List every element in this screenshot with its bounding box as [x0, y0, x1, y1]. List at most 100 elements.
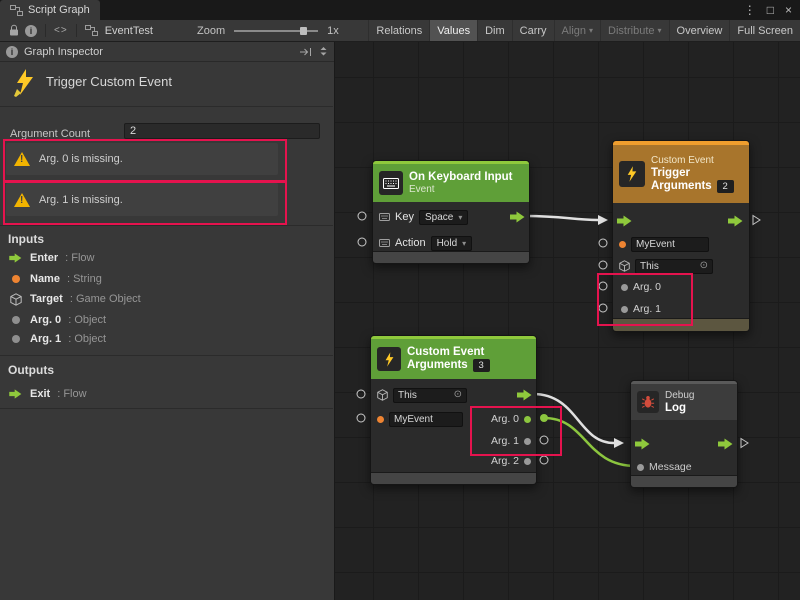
unconnected-port[interactable]	[540, 436, 549, 445]
action-dropdown[interactable]: Hold▾	[431, 236, 473, 251]
wire-arg0-to-message	[544, 418, 636, 466]
zoom-label: Zoom	[197, 25, 225, 37]
distribute-dropdown[interactable]: Distribute▾	[600, 20, 668, 41]
argument-count-label: Argument Count	[10, 128, 90, 140]
target-field[interactable]: This⊙	[393, 388, 467, 403]
info-icon: i	[6, 46, 18, 58]
string-port-icon[interactable]	[377, 416, 384, 423]
target-field[interactable]: This⊙	[635, 259, 713, 274]
zoom-slider-thumb[interactable]	[300, 27, 307, 35]
maximize-icon[interactable]: □	[767, 3, 774, 17]
flow-arrow-icon	[8, 389, 23, 399]
unconnected-port[interactable]	[540, 456, 549, 465]
tab-script-graph[interactable]: Script Graph	[0, 0, 100, 20]
spinner-icon[interactable]	[319, 46, 328, 57]
port-row-arg1: Arg. 1Object	[8, 330, 326, 348]
wire-arrowhead	[598, 215, 608, 225]
string-port-icon[interactable]	[619, 241, 626, 248]
dim-button[interactable]: Dim	[477, 20, 512, 41]
node-custom-event-listener[interactable]: Custom Event Arguments3 This⊙ MyEvent Ar…	[370, 335, 537, 485]
node-trigger-custom-event[interactable]: Custom Event Trigger Arguments2 MyEvent …	[612, 140, 750, 332]
node-title-2: Arguments	[407, 359, 468, 372]
values-button[interactable]: Values	[429, 20, 477, 41]
event-name-row: MyEvent	[619, 236, 709, 252]
object-port-icon	[8, 335, 23, 343]
node-header[interactable]: Debug Log	[631, 384, 737, 420]
node-footer	[613, 318, 749, 331]
flow-input-port[interactable]	[617, 215, 632, 227]
toolbar-separator	[45, 24, 46, 37]
arg-count-badge: 3	[473, 359, 490, 372]
object-port-icon[interactable]	[524, 438, 531, 445]
flow-output-port[interactable]	[517, 389, 532, 401]
carry-button[interactable]: Carry	[512, 20, 554, 41]
unconnected-port[interactable]	[599, 239, 608, 248]
message-row: Message	[637, 459, 692, 475]
flow-output-port[interactable]	[510, 211, 525, 223]
graph-canvas[interactable]: On Keyboard Input Event Key Space▾ Actio…	[335, 42, 800, 600]
node-title: Trigger	[651, 167, 734, 180]
node-debug-log[interactable]: Debug Log Message	[630, 380, 738, 488]
flow-output-port[interactable]	[728, 215, 743, 227]
overview-button[interactable]: Overview	[669, 20, 730, 41]
node-header[interactable]: Custom Event Arguments3	[371, 339, 536, 379]
code-icon[interactable]: <>	[54, 25, 68, 36]
relations-button[interactable]: Relations	[368, 20, 429, 41]
object-port-icon[interactable]	[524, 458, 531, 465]
object-port-icon[interactable]	[621, 306, 628, 313]
key-row: Key Space▾	[379, 209, 468, 225]
zoom-slider[interactable]	[234, 30, 318, 32]
cube-icon[interactable]	[619, 260, 630, 272]
string-port-icon	[8, 275, 23, 283]
zoom-value: 1x	[327, 25, 339, 37]
lightning-bolt-icon	[619, 161, 645, 187]
toolbar-separator	[76, 24, 77, 37]
event-name-field[interactable]: MyEvent	[631, 237, 709, 252]
unconnected-port[interactable]	[358, 212, 367, 221]
graph-name[interactable]: EventTest	[105, 25, 153, 37]
unconnected-port[interactable]	[357, 390, 366, 399]
object-port-icon[interactable]	[637, 464, 644, 471]
event-name-row: MyEvent	[377, 411, 463, 427]
info-icon[interactable]: i	[25, 25, 37, 37]
kebab-menu-icon[interactable]: ⋮	[744, 3, 756, 17]
unconnected-flow-port[interactable]	[752, 214, 761, 226]
object-port-icon[interactable]	[621, 284, 628, 291]
unconnected-port[interactable]	[357, 414, 366, 423]
flow-output-port[interactable]	[718, 438, 733, 450]
object-port-icon	[8, 316, 23, 324]
port-row-name: NameString	[8, 270, 326, 288]
unconnected-port[interactable]	[599, 304, 608, 313]
node-footer	[373, 251, 529, 263]
warning-icon	[14, 152, 30, 166]
full-screen-button[interactable]: Full Screen	[729, 20, 800, 41]
inspector-header-title: Graph Inspector	[24, 46, 103, 58]
key-dropdown[interactable]: Space▾	[419, 210, 468, 225]
cube-icon[interactable]	[377, 389, 388, 401]
close-icon[interactable]: ×	[785, 3, 792, 17]
align-dropdown[interactable]: Align▾	[554, 20, 600, 41]
event-name-field[interactable]: MyEvent	[389, 412, 463, 427]
lock-icon[interactable]	[9, 24, 19, 37]
node-header[interactable]: Custom Event Trigger Arguments2	[613, 145, 749, 203]
node-subtitle: Event	[409, 184, 513, 196]
node-category: Custom Event	[651, 155, 734, 167]
unconnected-port[interactable]	[599, 261, 608, 270]
connected-port[interactable]	[540, 414, 548, 422]
dock-pane-icon[interactable]	[299, 47, 312, 57]
port-row-enter: EnterFlow	[8, 249, 326, 267]
warning-icon	[14, 193, 30, 207]
divider	[0, 106, 333, 107]
flow-input-port[interactable]	[635, 438, 650, 450]
connected-port-icon[interactable]	[524, 416, 531, 423]
argument-count-input[interactable]: 2	[124, 123, 320, 139]
node-on-keyboard-input[interactable]: On Keyboard Input Event Key Space▾ Actio…	[372, 160, 530, 264]
unconnected-port[interactable]	[599, 282, 608, 291]
arg1-row: Arg. 1	[619, 301, 661, 317]
unconnected-flow-port[interactable]	[740, 437, 749, 449]
node-header[interactable]: On Keyboard Input Event	[373, 164, 529, 202]
unconnected-port[interactable]	[358, 238, 367, 247]
inspector-unit-title: Trigger Custom Event	[46, 74, 172, 89]
divider	[0, 225, 333, 226]
target-row: This⊙	[619, 258, 713, 274]
